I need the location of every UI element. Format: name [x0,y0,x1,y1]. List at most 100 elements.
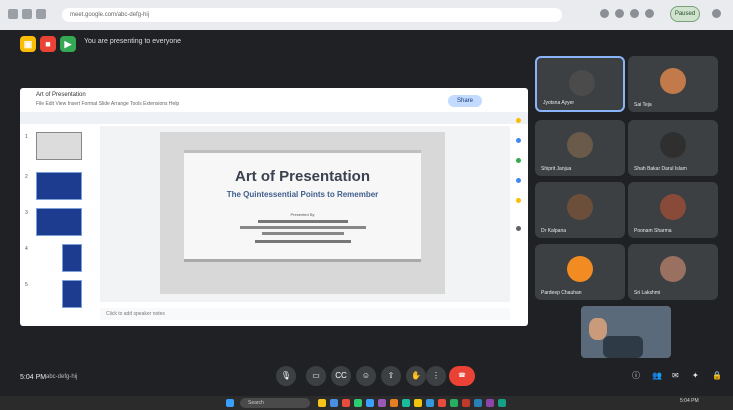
taskbar-app-icon[interactable] [426,399,434,407]
mic-icon[interactable]: 🎙 [276,366,296,386]
extensions-puzzle-icon[interactable] [630,9,639,18]
participant-avatar [567,132,593,158]
taskbar-app-icon[interactable] [354,399,362,407]
chat-icon[interactable]: ✉ [672,372,680,380]
activities-icon[interactable]: ✦ [692,372,700,380]
more-options-icon[interactable]: ⋮ [426,366,446,386]
taskbar-app-icon[interactable] [342,399,350,407]
info-icon[interactable]: ⓘ [632,372,640,380]
taskbar-app-icon[interactable] [438,399,446,407]
participant-avatar [567,256,593,282]
participant-tile[interactable]: Poonam Sharma [628,182,718,238]
present-screen-icon[interactable]: ⇧ [381,366,401,386]
taskbar-app-icon[interactable] [486,399,494,407]
slides-toolbar[interactable] [20,112,528,124]
slide-text-line [255,240,351,243]
calendar-icon[interactable] [516,158,521,163]
menu-dots-icon[interactable] [712,9,721,18]
taskbar-app-icon[interactable] [414,399,422,407]
slide-thumb[interactable] [36,172,82,200]
back-icon[interactable] [8,9,18,19]
slide-subtitle: The Quintessential Points to Remember [226,190,379,199]
taskbar-search[interactable]: Search [240,398,310,408]
taskbar-app-icon[interactable] [402,399,410,407]
presented-by: Presented By [290,212,315,217]
participant-tile[interactable]: Shiprit Janjua [535,120,625,176]
forward-icon[interactable] [22,9,32,19]
taskbar-app-icon[interactable] [366,399,374,407]
participant-name: Shiprit Janjua [541,166,572,172]
participant-tile[interactable]: Sri Lakshmi [628,244,718,300]
self-view[interactable] [581,306,671,358]
taskbar-app-icon[interactable] [330,399,338,407]
taskbar-app-icon[interactable] [462,399,470,407]
projector-screen-graphic [184,150,421,262]
taskbar-app-icon[interactable] [498,399,506,407]
raise-hand-icon[interactable]: ✋ [406,366,426,386]
participant-name: Sai Teja [634,102,652,108]
participant-name: Dr Kalpana [541,228,567,234]
profile-button[interactable]: Paused [670,6,700,22]
participant-tile[interactable]: Dr Kalpana [535,182,625,238]
participant-tile[interactable]: Jyotsna Ayyer [535,56,625,112]
participant-avatar [569,70,595,96]
thumb-number: 1 [25,134,28,140]
participant-name: Sri Lakshmi [634,290,661,296]
speaker-notes[interactable]: Click to add speaker notes [100,308,510,320]
taskbar-app-icon[interactable] [378,399,386,407]
camera-icon[interactable]: ▭ [306,366,326,386]
emoji-icon[interactable]: ☺ [356,366,376,386]
thumb-number: 5 [25,282,28,288]
taskbar-app-icon[interactable] [450,399,458,407]
taskbar-app-icon[interactable] [390,399,398,407]
slides-menubar[interactable]: File Edit View Insert Format Slide Arran… [36,101,179,107]
participant-tile[interactable]: Pardeep Chauhan [535,244,625,300]
download-icon[interactable] [645,9,654,18]
reload-icon[interactable] [36,9,46,19]
start-icon[interactable] [226,399,234,407]
captions-icon[interactable]: CC [331,366,351,386]
taskbar-app-icon[interactable] [318,399,326,407]
bookmark-icon[interactable] [615,9,624,18]
contacts-icon[interactable] [516,178,521,183]
meeting-time: 5:04 PM [20,374,47,381]
slide-thumb[interactable] [62,280,82,308]
participant-name: Pardeep Chauhan [541,290,582,296]
participant-name: Shah Bakar Darul Islam [634,166,687,172]
maps-icon[interactable] [516,198,521,203]
thumb-number: 4 [25,246,28,252]
slide-thumb[interactable] [62,244,82,272]
thumb-number: 2 [25,174,28,180]
participant-avatar [567,194,593,220]
address-bar[interactable]: meet.google.com/abc-defg-hij [62,8,562,22]
participant-avatar [660,194,686,220]
doc-title[interactable]: Art of Presentation [36,92,86,98]
people-icon[interactable]: 👥 [652,372,662,380]
participant-avatar [660,256,686,282]
add-icon[interactable] [516,226,521,231]
participant-tile[interactable]: Shah Bakar Darul Islam [628,120,718,176]
slide-thumb[interactable] [36,208,82,236]
thumb-number: 3 [25,210,28,216]
slide-text-line [240,226,366,229]
presenting-label: You are presenting to everyone [84,38,182,45]
taskbar-app-icon[interactable] [474,399,482,407]
participant-name: Jyotsna Ayyer [543,100,575,106]
participant-tile[interactable]: Sai Teja [628,56,718,112]
taskbar-clock: 5:04 PM [680,398,699,404]
meeting-code: abc-defg-hij [46,374,78,380]
notes-icon[interactable]: ▣ [20,36,36,52]
extension-icon[interactable] [600,9,609,18]
slide-thumb[interactable] [36,132,82,160]
slide-title: Art of Presentation [234,168,370,185]
stop-presenting-icon[interactable]: ■ [40,36,56,52]
slide-text-line [258,220,348,223]
slide-text-line [262,232,344,235]
present-icon[interactable]: ▶ [60,36,76,52]
participant-avatar [660,132,686,158]
share-button[interactable]: Share [448,95,482,107]
keep-icon[interactable] [516,118,521,123]
end-call-button[interactable]: ☎ [449,366,475,386]
lock-icon[interactable]: 🔒 [712,372,722,380]
tasks-icon[interactable] [516,138,521,143]
